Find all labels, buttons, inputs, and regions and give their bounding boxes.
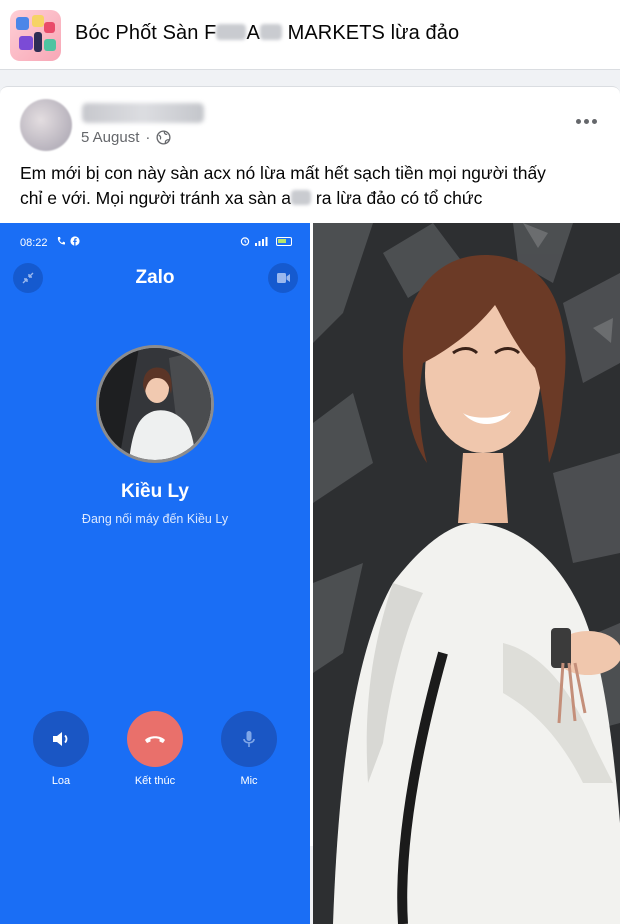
phone-call-icon [57, 237, 65, 245]
end-call-icon [145, 736, 165, 743]
photo-woman-portrait[interactable] [313, 223, 620, 924]
battery-icon [276, 236, 292, 246]
phone-status-bar: 08:22 [0, 223, 310, 259]
mic-button[interactable] [221, 711, 277, 767]
video-call-button[interactable] [268, 263, 298, 293]
post-text: Em mới bị con này sàn acx nó lừa mất hết… [20, 163, 546, 208]
end-call-label: Kết thúc [134, 775, 176, 787]
author-name-blurred[interactable] [82, 103, 204, 123]
blurred-text [291, 189, 312, 205]
video-icon [277, 273, 290, 283]
end-call-button[interactable] [127, 711, 183, 767]
globe-icon[interactable] [156, 130, 171, 145]
contact-name: Kiều Ly [121, 481, 189, 502]
more-options-button[interactable] [572, 111, 600, 131]
blurred-text [259, 24, 282, 40]
mic-label: Mic [240, 775, 258, 787]
alarm-icon [240, 237, 250, 246]
speaker-label: Loa [51, 775, 71, 787]
more-icon [575, 118, 581, 124]
group-title[interactable]: Bóc Phốt Sàn FA MARKETS lừa đảo [75, 22, 459, 45]
facebook-icon [70, 236, 80, 246]
post-date[interactable]: 5 August [81, 129, 139, 146]
call-status: Đang nối máy đến Kiều Ly [81, 512, 229, 526]
post-card: 5 August · Em mới bị con này sàn acx nó … [0, 86, 620, 924]
group-header: Bóc Phốt Sàn FA MARKETS lừa đảo [0, 0, 620, 70]
status-time: 08:22 [20, 237, 48, 249]
signal-icon [255, 237, 268, 246]
zalo-app-title: Zalo [135, 267, 175, 288]
contact-avatar [96, 345, 214, 463]
author-avatar[interactable] [20, 99, 72, 151]
mic-icon [243, 731, 255, 747]
speaker-button[interactable] [33, 711, 89, 767]
blurred-text [216, 24, 247, 40]
group-avatar[interactable] [10, 10, 61, 61]
speaker-icon [53, 732, 68, 746]
photo-zalo-call-screenshot[interactable]: 08:22 Zalo Kiều Ly Đang nối máy đến Kiều… [0, 223, 310, 924]
post-meta: 5 August · [81, 129, 171, 146]
